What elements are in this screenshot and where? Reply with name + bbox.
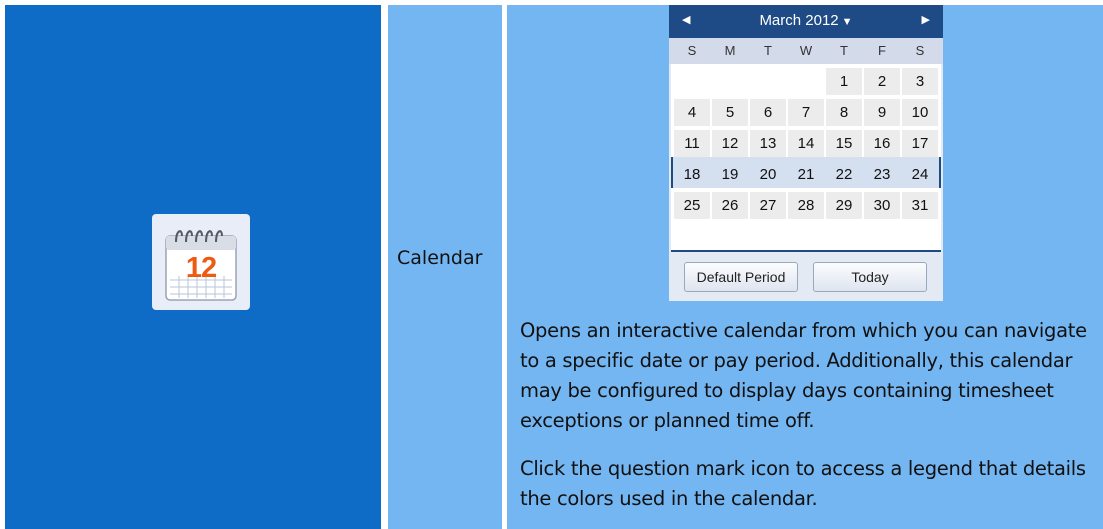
weekday-label: T (840, 43, 848, 58)
calendar-day[interactable]: 26 (712, 192, 748, 219)
calendar-day[interactable]: 9 (864, 99, 900, 126)
calendar-day[interactable]: 18 (674, 161, 710, 188)
month-label: March 2012 (759, 12, 839, 29)
calendar-day[interactable]: 28 (788, 192, 824, 219)
calendar-icon: 12 (152, 214, 250, 310)
calendar-header: ◀ March 2012 ▼ ▶ (669, 5, 943, 38)
calendar-day[interactable]: 24 (902, 161, 938, 188)
calendar-day[interactable]: 10 (902, 99, 938, 126)
calendar-day[interactable]: 22 (826, 161, 862, 188)
chevron-down-icon: ▼ (841, 16, 853, 28)
description-cell: ◀ March 2012 ▼ ▶ S M T W T F S 1234567891… (507, 5, 1103, 529)
calendar-day[interactable]: 21 (788, 161, 824, 188)
calendar-day[interactable]: 19 (712, 161, 748, 188)
calendar-day[interactable]: 3 (902, 68, 938, 95)
name-cell: Calendar (388, 5, 502, 529)
today-button[interactable]: Today (813, 262, 927, 292)
month-dropdown[interactable]: March 2012 ▼ (669, 12, 943, 29)
calendar-day[interactable]: 16 (864, 130, 900, 157)
calendar-day[interactable]: 11 (674, 130, 710, 157)
calendar-day[interactable]: 30 (864, 192, 900, 219)
calendar-day[interactable]: 7 (788, 99, 824, 126)
calendar-widget: ◀ March 2012 ▼ ▶ S M T W T F S 1234567891… (669, 5, 943, 301)
weekday-label: M (724, 43, 736, 58)
weekday-label: T (764, 43, 772, 58)
calendar-day[interactable]: 29 (826, 192, 862, 219)
calendar-grid: 1 2 3 4 5 6 7 8 9 10 11 12 13 14 15 16 17 18 19 20 21 22 23 24 2… (671, 64, 941, 252)
calendar-day[interactable]: 12 (712, 130, 748, 157)
calendar-day[interactable]: 14 (788, 130, 824, 157)
calendar-day[interactable]: 4 (674, 99, 710, 126)
weekday-label: F (878, 43, 886, 58)
icon-cell: 12 (5, 5, 381, 529)
weekday-label: S (687, 43, 697, 58)
calendar-day[interactable]: 25 (674, 192, 710, 219)
calendar-day[interactable]: 8 (826, 99, 862, 126)
weekday-label: W (799, 43, 813, 58)
calendar-day[interactable]: 27 (750, 192, 786, 219)
calendar-day[interactable]: 31 (902, 192, 938, 219)
calendar-icon-number: 12 (185, 252, 217, 284)
description-paragraph: Opens an interactive calendar from which… (520, 319, 1087, 432)
calendar-day[interactable]: 20 (750, 161, 786, 188)
calendar-day[interactable]: 13 (750, 130, 786, 157)
weekday-header: S M T W T F S (669, 38, 943, 64)
calendar-day[interactable]: 2 (864, 68, 900, 95)
feature-name: Calendar (397, 247, 483, 269)
calendar-day[interactable]: 15 (826, 130, 862, 157)
weekday-label: S (915, 43, 925, 58)
calendar-day[interactable]: 6 (750, 99, 786, 126)
calendar-day[interactable]: 1 (826, 68, 862, 95)
default-period-button[interactable]: Default Period (684, 262, 798, 292)
next-month-icon[interactable]: ▶ (922, 13, 930, 26)
calendar-day[interactable]: 5 (712, 99, 748, 126)
calendar-day[interactable]: 17 (902, 130, 938, 157)
description-paragraph: Click the question mark icon to access a… (520, 457, 1086, 510)
calendar-day[interactable]: 23 (864, 161, 900, 188)
